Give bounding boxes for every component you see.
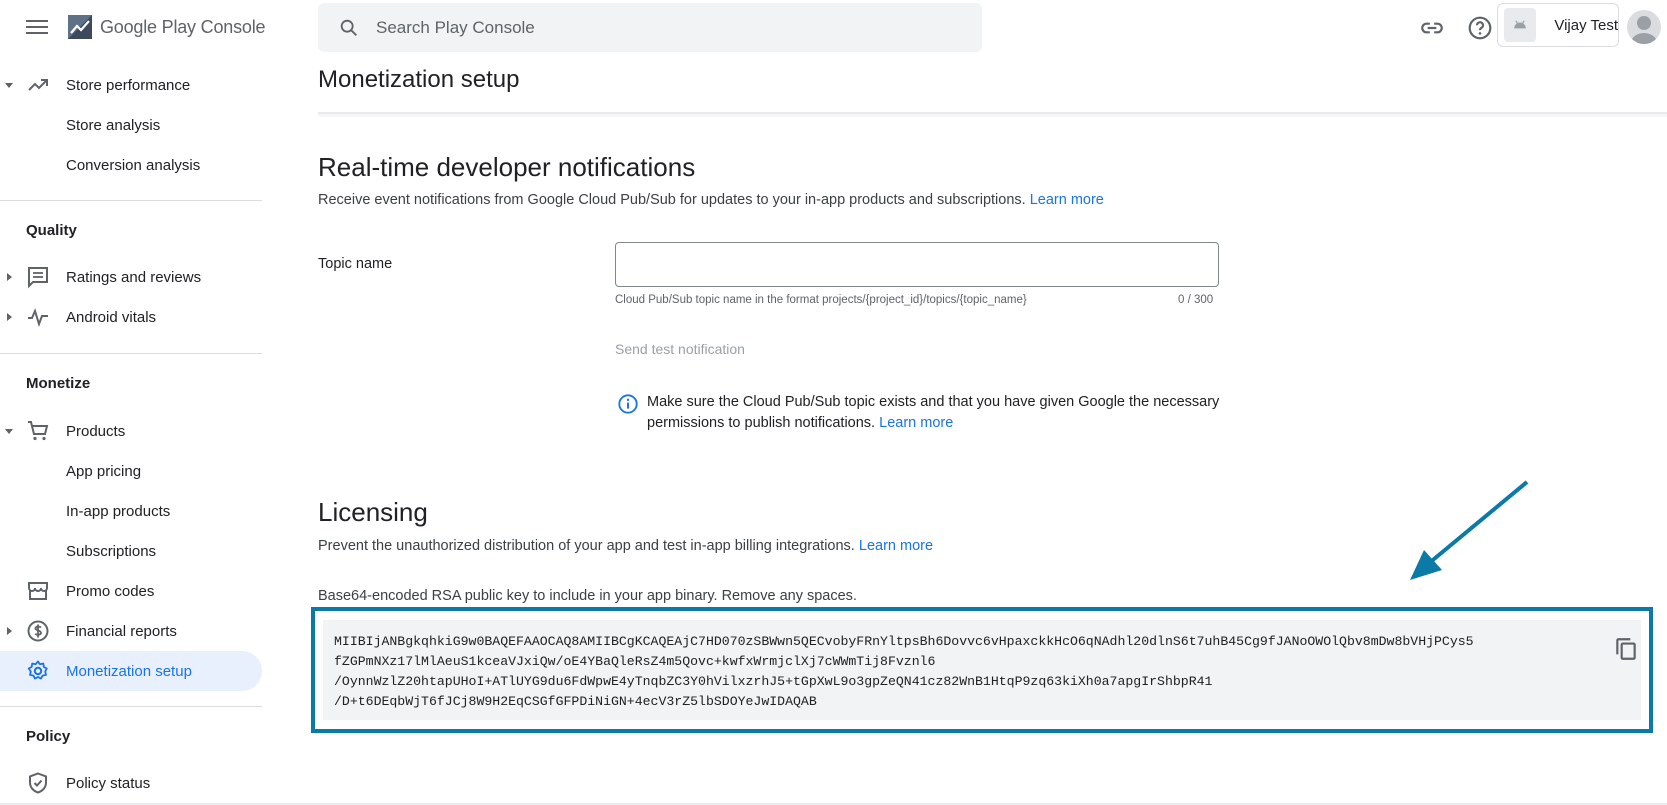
caret-right-icon[interactable]	[4, 272, 14, 282]
sidebar-divider	[0, 706, 262, 707]
send-test-notification-button[interactable]: Send test notification	[615, 341, 745, 357]
rsa-key-container: MIIBIjANBgkqhkiG9w0BAQEFAAOCAQ8AMIIBCgKC…	[323, 620, 1641, 720]
link-icon[interactable]	[1419, 15, 1445, 41]
sidebar-item-label: Financial reports	[66, 622, 177, 640]
logo[interactable]: Google Play Console	[66, 12, 266, 42]
rsa-key-line: /OynnWzlZ20htapUHoI+ATlUYG9du6FdWpwE4yTn…	[334, 674, 1213, 689]
play-console-logo-icon	[68, 15, 92, 39]
licensing-section-title: Licensing	[318, 497, 428, 527]
annotation-arrow-icon	[1410, 480, 1529, 580]
topic-name-char-counter: 0 / 300	[1178, 294, 1214, 306]
sidebar-item-subscriptions[interactable]: Subscriptions	[0, 531, 262, 571]
pubsub-learn-more-link[interactable]: Learn more	[879, 415, 953, 431]
android-icon	[1514, 20, 1527, 29]
top-bar: Google Play Console Vijay Test	[0, 0, 1667, 54]
sidebar-item-promo-codes[interactable]: Promo codes	[0, 571, 262, 611]
sidebar: Store performance Store analysis Convers…	[0, 54, 262, 805]
search-input[interactable]	[376, 17, 936, 38]
sidebar-item-label: Android vitals	[66, 308, 157, 326]
section-title-monetize: Monetize	[26, 375, 91, 392]
reviews-icon	[28, 267, 48, 289]
rsa-public-key[interactable]: MIIBIjANBgkqhkiG9w0BAQEFAAOCAQ8AMIIBCgKC…	[334, 632, 1574, 712]
app-avatar	[1504, 8, 1537, 42]
section-title-quality: Quality	[26, 222, 77, 239]
vitals-icon	[28, 308, 48, 328]
licensing-description-text: Prevent the unauthorized distribution of…	[318, 538, 855, 554]
account-switcher[interactable]: Vijay Test	[1497, 3, 1619, 47]
sidebar-item-label: App pricing	[66, 462, 142, 480]
section-title-policy: Policy	[26, 728, 71, 745]
sidebar-item-label: Ratings and reviews	[66, 268, 202, 286]
store-icon	[28, 582, 48, 600]
sidebar-item-label: Policy status	[66, 774, 151, 792]
sidebar-item-store-analysis[interactable]: Store analysis	[0, 105, 262, 145]
rsa-key-highlight-box: MIIBIjANBgkqhkiG9w0BAQEFAAOCAQ8AMIIBCgKC…	[311, 607, 1653, 733]
rsa-key-label: Base64-encoded RSA public key to include…	[318, 588, 857, 604]
dollar-icon	[27, 620, 49, 642]
info-icon	[618, 394, 638, 414]
sidebar-item-label: Monetization setup	[66, 662, 192, 680]
sidebar-item-products[interactable]: Products	[0, 411, 262, 451]
sidebar-item-financial-reports[interactable]: Financial reports	[0, 611, 262, 651]
trending-up-icon	[28, 79, 48, 91]
sidebar-item-label: Promo codes	[66, 582, 155, 600]
rsa-key-line: MIIBIjANBgkqhkiG9w0BAQEFAAOCAQ8AMIIBCgKC…	[334, 634, 1474, 649]
licensing-learn-more-link[interactable]: Learn more	[859, 538, 933, 554]
sidebar-item-label: Products	[66, 422, 126, 440]
sidebar-item-label: Subscriptions	[66, 542, 157, 560]
title-divider	[318, 112, 1667, 114]
help-icon[interactable]	[1467, 15, 1493, 41]
rsa-key-line: /D+t6DEqbWjT6fJCj8W9H2EqCSGfGFPDiNiGN+4e…	[334, 694, 817, 709]
caret-right-icon[interactable]	[4, 312, 14, 322]
user-avatar[interactable]	[1627, 10, 1661, 44]
topic-name-label: Topic name	[318, 256, 393, 272]
account-name: Vijay Test	[1554, 16, 1618, 34]
sidebar-divider	[0, 200, 262, 201]
sidebar-item-android-vitals[interactable]: Android vitals	[0, 297, 262, 337]
topic-name-input[interactable]	[615, 242, 1219, 287]
sidebar-item-store-performance[interactable]: Store performance	[0, 65, 262, 105]
rtdn-description: Receive event notifications from Google …	[318, 192, 1104, 208]
caret-right-icon[interactable]	[4, 626, 14, 636]
sidebar-item-label: Store analysis	[66, 116, 161, 134]
gear-icon	[27, 660, 48, 680]
rtdn-description-text: Receive event notifications from Google …	[318, 192, 1026, 208]
rtdn-learn-more-link[interactable]: Learn more	[1030, 192, 1104, 208]
pubsub-info-message: Make sure the Cloud Pub/Sub topic exists…	[647, 392, 1237, 434]
search-bar[interactable]	[318, 3, 982, 52]
sidebar-item-ratings-and-reviews[interactable]: Ratings and reviews	[0, 257, 262, 297]
sidebar-item-label: In-app products	[66, 502, 171, 520]
sidebar-item-app-pricing[interactable]: App pricing	[0, 451, 262, 491]
licensing-description: Prevent the unauthorized distribution of…	[318, 538, 933, 554]
sidebar-item-in-app-products[interactable]: In-app products	[0, 491, 262, 531]
sidebar-item-conversion-analysis[interactable]: Conversion analysis	[0, 145, 262, 185]
sidebar-item-monetization-setup[interactable]: Monetization setup	[0, 651, 262, 691]
caret-down-icon[interactable]	[4, 80, 14, 90]
copy-icon[interactable]	[1613, 636, 1639, 662]
caret-down-icon[interactable]	[4, 426, 14, 436]
rtdn-section-title: Real-time developer notifications	[318, 152, 696, 182]
topic-name-helper-text: Cloud Pub/Sub topic name in the format p…	[615, 294, 1027, 306]
rsa-key-line: fZGPmNXz17lMlAeuS1kceaVJxiQw/oE4YBaQleRs…	[334, 654, 936, 669]
sidebar-divider	[0, 353, 262, 354]
menu-icon[interactable]	[24, 16, 50, 38]
shield-icon	[29, 772, 47, 794]
logo-text: Google Play Console	[100, 16, 266, 37]
page-title: Monetization setup	[318, 66, 520, 93]
search-icon	[340, 19, 357, 36]
sidebar-item-policy-status[interactable]: Policy status	[0, 763, 262, 803]
cart-icon	[28, 421, 49, 441]
sidebar-item-label: Conversion analysis	[66, 156, 201, 174]
sidebar-item-label: Store performance	[66, 76, 191, 94]
